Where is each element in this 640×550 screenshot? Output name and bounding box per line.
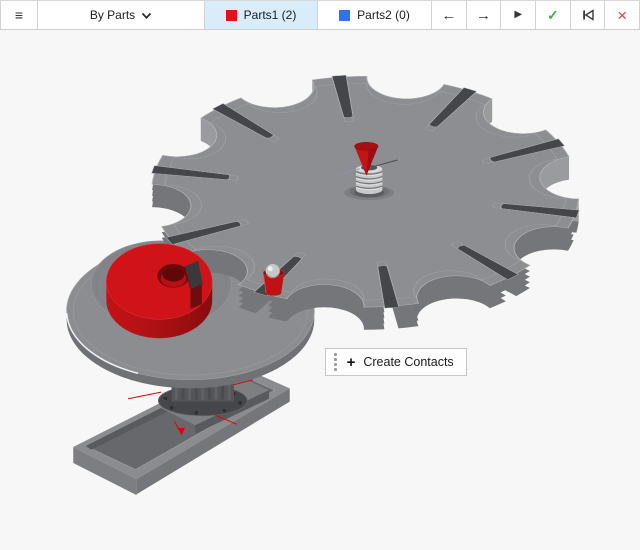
menu-button[interactable]: ≡ bbox=[0, 1, 38, 29]
close-icon: × bbox=[617, 7, 627, 24]
left-arrow-icon: ← bbox=[441, 8, 456, 23]
previous-button[interactable]: ← bbox=[432, 1, 467, 29]
right-arrow-icon: → bbox=[476, 8, 491, 23]
plus-icon: + bbox=[347, 355, 356, 370]
play-icon: ▶ bbox=[514, 10, 522, 20]
tab-parts1-label: Parts1 (2) bbox=[244, 8, 297, 22]
create-contacts-button[interactable]: + Create Contacts bbox=[325, 348, 467, 376]
dropdown-caret-icon bbox=[141, 12, 152, 20]
tab-parts2[interactable]: Parts2 (0) bbox=[318, 1, 432, 29]
accept-button[interactable]: ✓ bbox=[536, 1, 571, 29]
drag-handle-icon[interactable] bbox=[332, 353, 339, 371]
menu-icon: ≡ bbox=[15, 7, 23, 23]
create-contacts-label: Create Contacts bbox=[363, 355, 453, 369]
checkmark-icon: ✓ bbox=[547, 8, 559, 22]
3d-viewport[interactable]: + Create Contacts bbox=[0, 30, 640, 550]
tab-parts1[interactable]: Parts1 (2) bbox=[205, 1, 318, 29]
play-button[interactable]: ▶ bbox=[501, 1, 536, 29]
drive-cam-part[interactable] bbox=[106, 244, 212, 339]
parts2-color-swatch bbox=[339, 10, 350, 21]
simulation-toolbar: ≡ By Parts Parts1 (2) Parts2 (0) ← → ▶ ✓ bbox=[0, 0, 640, 30]
by-parts-label: By Parts bbox=[90, 8, 135, 22]
by-parts-dropdown[interactable]: By Parts bbox=[38, 1, 205, 29]
application-window: ≡ By Parts Parts1 (2) Parts2 (0) ← → ▶ ✓ bbox=[0, 0, 640, 550]
skip-to-start-button[interactable] bbox=[571, 1, 606, 29]
tab-parts2-label: Parts2 (0) bbox=[357, 8, 410, 22]
next-button[interactable]: → bbox=[467, 1, 502, 29]
skip-to-start-icon bbox=[580, 8, 596, 22]
close-button[interactable]: × bbox=[605, 1, 640, 29]
geneva-mechanism-canvas[interactable] bbox=[0, 30, 640, 550]
parts1-color-swatch bbox=[226, 10, 237, 21]
